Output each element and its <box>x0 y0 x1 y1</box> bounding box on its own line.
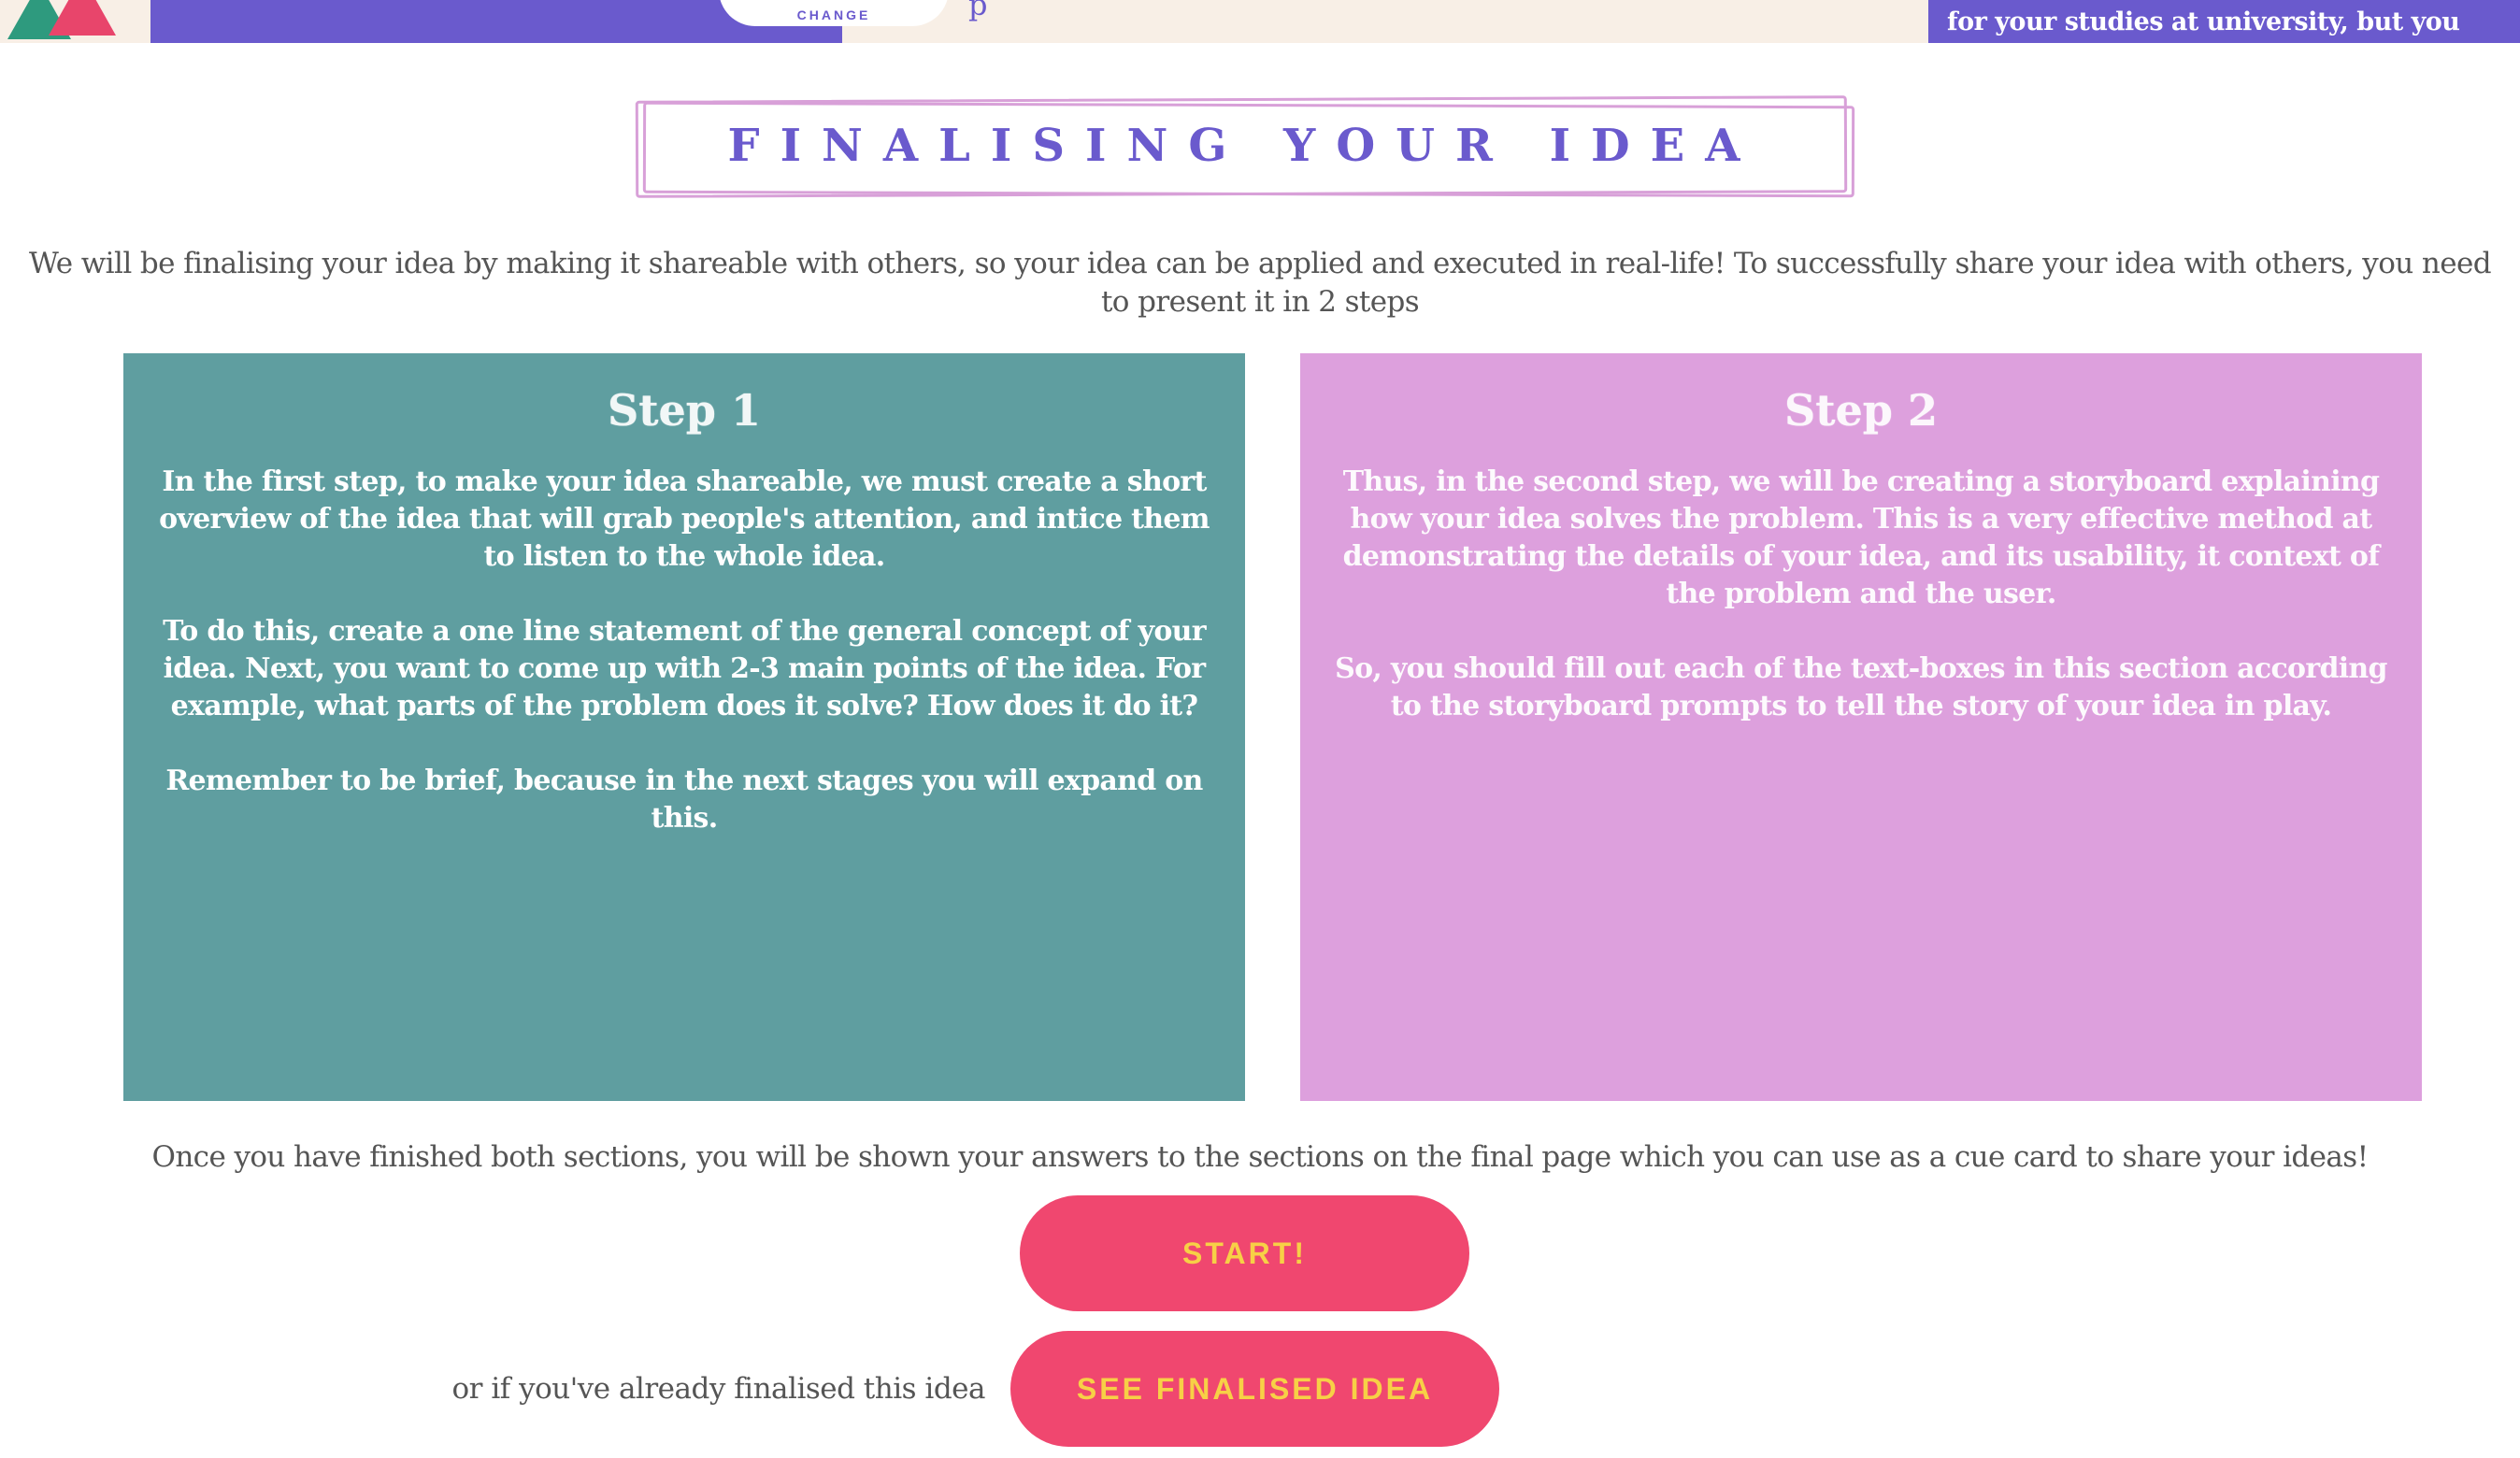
step-1-paragraph: In the first step, to make your idea sha… <box>159 465 1210 573</box>
step-2-body: Thus, in the second step, we will be cre… <box>1326 464 2396 725</box>
page-title-frame: Finalising your idea <box>635 95 1855 198</box>
step-1-panel: Step 1 In the first step, to make your i… <box>123 353 1245 1101</box>
already-finalised-label: or if you've already finalised this idea <box>451 1372 985 1406</box>
nav-bar: CHANGE <box>150 0 949 43</box>
start-button[interactable]: START! <box>1020 1195 1469 1311</box>
tooltip-text: for your studies at university, but you <box>1947 7 2460 36</box>
top-strip: CHANGE p for your studies at university,… <box>0 0 2520 43</box>
outro-text: Once you have finished both sections, yo… <box>151 1140 2370 1174</box>
tooltip-popup: for your studies at university, but you <box>1928 0 2520 43</box>
intro-text: We will be finalising your idea by makin… <box>29 247 2492 319</box>
step-2-paragraph: So, you should fill out each of the text… <box>1335 652 2387 722</box>
step-2-paragraph: Thus, in the second step, we will be cre… <box>1342 465 2380 610</box>
step-2-title: Step 2 <box>1784 385 1938 436</box>
nav-button[interactable]: CHANGE <box>719 0 949 26</box>
brand-logo-icon[interactable] <box>7 0 120 39</box>
step-1-paragraph: Remember to be brief, because in the nex… <box>165 765 1203 835</box>
step-2-panel: Step 2 Thus, in the second step, we will… <box>1300 353 2422 1101</box>
page-title: Finalising your idea <box>727 120 1761 172</box>
logo-shape-pink <box>49 0 116 36</box>
see-finalised-idea-button[interactable]: SEE FINALISED IDEA <box>1010 1331 1499 1447</box>
step-1-body: In the first step, to make your idea sha… <box>150 464 1219 837</box>
step-1-paragraph: To do this, create a one line statement … <box>163 615 1206 722</box>
step-1-title: Step 1 <box>608 385 761 436</box>
header-cut-text: p <box>968 0 988 22</box>
